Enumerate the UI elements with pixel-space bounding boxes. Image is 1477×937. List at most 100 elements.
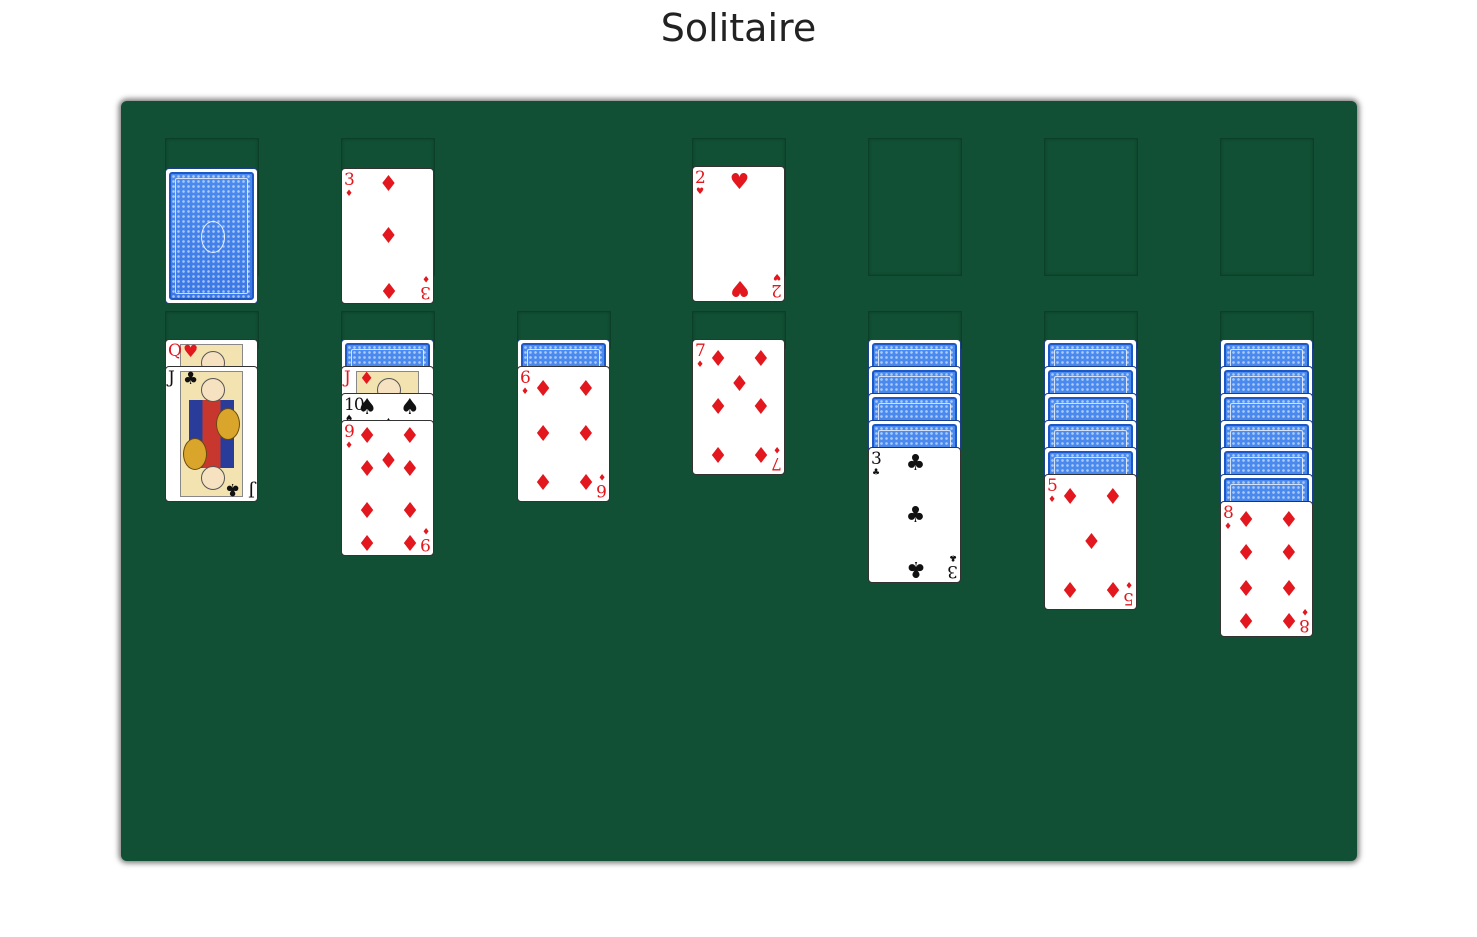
tableau-card[interactable]: ♦ ♦ ♦ ♦ ♦ 5 ♦ 5 ♦	[1044, 474, 1137, 610]
diamond-icon: ♦	[378, 224, 399, 249]
heart-icon: ♥	[183, 342, 199, 362]
diamond-icon: ♦	[1124, 579, 1133, 589]
foundation-2[interactable]	[868, 138, 962, 276]
diamond-icon: ♦	[772, 444, 781, 454]
diamond-icon: ♦	[421, 273, 430, 283]
diamond-icon: ♦	[533, 467, 553, 493]
spade-icon: ♠	[400, 394, 420, 420]
card-rank: 3	[344, 170, 355, 190]
card-rank: J	[168, 368, 175, 388]
diamond-icon: ♦	[1236, 540, 1256, 566]
card-rank: 2	[772, 280, 782, 300]
diamond-icon: ♦	[1060, 485, 1080, 511]
diamond-icon: ♦	[357, 496, 377, 522]
diamond-icon: ♦	[400, 496, 420, 522]
diamond-icon: ♦	[1236, 574, 1256, 600]
shield-icon	[183, 438, 207, 470]
diamond-icon: ♦	[378, 448, 399, 474]
diamond-icon: ♦	[533, 422, 553, 447]
diamond-icon: ♦	[696, 360, 705, 370]
diamond-icon: ♦	[400, 424, 420, 450]
diamond-icon: ♦	[1103, 575, 1123, 601]
court-head	[200, 466, 225, 490]
tableau-card[interactable]: J ♣ J ♣	[165, 366, 258, 502]
diamond-icon: ♦	[1048, 495, 1057, 505]
diamond-icon: ♦	[597, 471, 606, 481]
diamond-icon: ♦	[421, 525, 430, 535]
diamond-icon: ♦	[1236, 606, 1256, 632]
diamond-icon: ♦	[1236, 508, 1256, 534]
card-rank: 5	[1124, 588, 1134, 608]
diamond-icon: ♦	[378, 172, 399, 198]
tableau-card[interactable]: ♦ ♦ ♦ ♦ ♦ ♦ ♦ 7 ♦ 7 ♦	[692, 339, 785, 475]
card-rank: 10	[344, 395, 365, 415]
diamond-icon: ♦	[1300, 606, 1309, 616]
diamond-icon: ♦	[400, 528, 420, 554]
foundation-3[interactable]	[1044, 138, 1138, 276]
card-rank: J	[249, 480, 255, 500]
heart-icon: ♥	[772, 271, 781, 281]
diamond-icon: ♦	[729, 371, 750, 397]
diamond-icon: ♦	[521, 387, 530, 397]
diamond-icon: ♦	[533, 377, 553, 403]
card-rank: 3	[948, 561, 958, 581]
diamond-icon: ♦	[357, 424, 377, 450]
stock-card[interactable]	[165, 168, 258, 304]
diamond-icon: ♦	[751, 347, 771, 373]
card-back-pattern	[169, 172, 254, 300]
diamond-icon: ♦	[1081, 530, 1102, 555]
tableau-card[interactable]: ♦ ♦ ♦ ♦ ♦ ♦ 6 ♦ 6 ♦	[517, 366, 610, 502]
card-rank: 8	[1223, 503, 1234, 523]
diamond-icon: ♦	[1060, 575, 1080, 601]
card-rank: 2	[695, 168, 706, 188]
tableau-card[interactable]: ♦ ♦ ♦ ♦ ♦ ♦ ♦ ♦ 8 ♦ 8 ♦	[1220, 501, 1313, 637]
card-rank: 9	[421, 534, 431, 554]
game-title: Solitaire	[660, 6, 817, 50]
diamond-icon: ♦	[1279, 540, 1299, 566]
card-rank: 6	[597, 480, 607, 500]
card-rank: 3	[421, 282, 431, 302]
diamond-icon: ♦	[1224, 522, 1233, 532]
card-rank: 5	[1047, 476, 1058, 496]
tableau-card[interactable]: ♦ ♦ ♦ ♦ ♦ ♦ ♦ ♦ ♦ 9 ♦ 9 ♦	[341, 420, 434, 556]
diamond-icon: ♦	[1103, 485, 1123, 511]
club-icon: ♣	[905, 503, 926, 528]
heart-icon: ♥	[696, 187, 705, 197]
card-rank: Q	[168, 341, 182, 361]
tableau-card[interactable]: ♣ ♣ ♣ 3 ♣ 3 ♣	[868, 447, 961, 583]
waste-card[interactable]: ♦ ♦ ♦ 3 ♦ 3 ♦	[341, 168, 434, 304]
diamond-icon: ♦	[708, 395, 728, 420]
diamond-icon: ♦	[1279, 574, 1299, 600]
diamond-icon: ♦	[345, 189, 354, 199]
diamond-icon: ♦	[708, 347, 728, 373]
diamond-icon: ♦	[357, 528, 377, 554]
diamond-icon: ♦	[359, 369, 375, 389]
club-icon: ♣	[948, 552, 957, 562]
club-icon: ♣	[905, 555, 926, 581]
diamond-icon: ♦	[345, 441, 354, 451]
diamond-icon: ♦	[576, 467, 596, 493]
court-head	[200, 378, 225, 402]
card-rank: 7	[695, 341, 706, 361]
foundation-card[interactable]: ♥ ♥ 2 ♥ 2 ♥	[692, 166, 785, 302]
club-icon: ♣	[872, 468, 881, 478]
heart-icon: ♥	[729, 274, 750, 300]
card-rank: 6	[520, 368, 531, 388]
foundation-4[interactable]	[1220, 138, 1314, 276]
card-rank: J	[344, 368, 351, 388]
diamond-icon: ♦	[708, 440, 728, 466]
diamond-icon: ♦	[751, 440, 771, 466]
club-icon: ♣	[183, 369, 199, 389]
club-icon: ♣	[905, 451, 926, 477]
diamond-icon: ♦	[357, 456, 377, 482]
diamond-icon: ♦	[576, 422, 596, 447]
diamond-icon: ♦	[1279, 508, 1299, 534]
heart-icon: ♥	[729, 170, 750, 196]
card-rank: 7	[772, 453, 782, 473]
diamond-icon: ♦	[576, 377, 596, 403]
card-rank: 8	[1300, 615, 1310, 635]
diamond-icon: ♦	[751, 395, 771, 420]
game-board: ♦♦♦3♦3♦♥♥2♥2♥Q♥Q♥J♣J♣J♦J♦♠♠♠♠♠♠♠♠♠♠10♠10…	[121, 101, 1357, 861]
card-rank: 9	[344, 422, 355, 442]
club-icon: ♣	[224, 479, 240, 499]
